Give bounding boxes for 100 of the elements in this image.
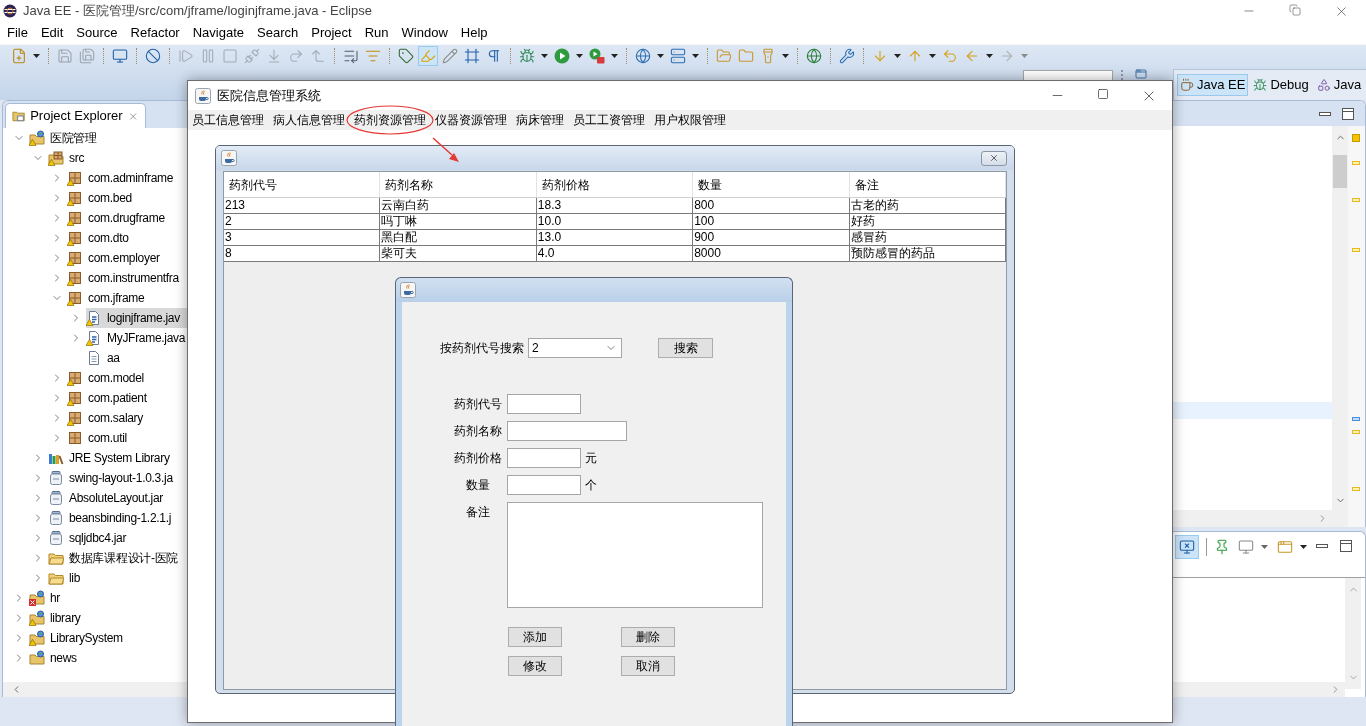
app-window-icon[interactable] — [1135, 68, 1147, 80]
folder-open-icon[interactable] — [716, 48, 732, 64]
perspective-button[interactable]: Java — [1313, 74, 1365, 96]
list-end-icon[interactable] — [343, 48, 359, 64]
server-icon[interactable] — [670, 48, 686, 64]
tag-icon[interactable] — [398, 48, 414, 64]
crossed-circle-icon[interactable] — [145, 48, 161, 64]
tree-item[interactable]: com.bed — [67, 188, 132, 208]
dropdown-caret-icon[interactable] — [1300, 545, 1307, 549]
column-header[interactable]: 药剂代号 — [224, 172, 381, 197]
play-toolbox-icon[interactable] — [589, 48, 605, 64]
ruler-mark-icon[interactable] — [1352, 430, 1360, 434]
dropdown-caret-icon[interactable] — [692, 54, 699, 58]
menu-item[interactable]: Search — [257, 23, 299, 43]
wrench-icon[interactable] — [839, 48, 855, 64]
tree-item[interactable]: com.patient — [67, 388, 147, 408]
perspective-button[interactable]: Debug — [1250, 74, 1312, 96]
pencil-icon[interactable] — [442, 48, 458, 64]
menu-item[interactable]: 病人信息管理 — [273, 113, 345, 127]
menu-item[interactable]: Run — [364, 23, 389, 43]
undo-arrow-icon[interactable] — [942, 48, 958, 64]
list-filter-icon[interactable] — [365, 48, 381, 64]
tree-item[interactable]: com.jframe — [67, 288, 145, 308]
text-field[interactable] — [507, 448, 581, 468]
minimize-icon[interactable] — [1316, 542, 1328, 550]
dialog-button[interactable]: 取消 — [621, 656, 675, 676]
dropdown-caret-icon[interactable] — [576, 54, 583, 58]
stop-icon[interactable] — [222, 48, 238, 64]
tree-item[interactable]: sqljdbc4.jar — [48, 528, 127, 548]
arrow-down-icon[interactable] — [872, 48, 888, 64]
step-forward-icon[interactable] — [178, 48, 194, 64]
maximize-icon[interactable] — [1340, 540, 1352, 552]
tree-item[interactable]: com.drugframe — [67, 208, 165, 228]
monitor-toggle[interactable] — [1175, 535, 1199, 559]
tree-item[interactable]: AbsoluteLayout.jar — [48, 488, 163, 508]
maximize-icon[interactable] — [1342, 107, 1354, 120]
tree-item[interactable]: beansbinding-1.2.1.j — [48, 508, 172, 528]
app-window-icon[interactable] — [1277, 539, 1293, 555]
perspective-button[interactable]: Java EE — [1177, 74, 1249, 96]
text-field[interactable] — [507, 394, 581, 414]
tree-item[interactable]: com.dto — [67, 228, 129, 248]
column-header[interactable]: 药剂名称 — [380, 172, 537, 197]
horizontal-scrollbar[interactable] — [3, 682, 187, 697]
globe-icon[interactable] — [806, 48, 822, 64]
tree-item[interactable]: news — [29, 648, 77, 668]
folder-icon[interactable] — [738, 48, 754, 64]
dropdown-caret-icon[interactable] — [611, 54, 618, 58]
tree-item[interactable]: com.util — [67, 428, 127, 448]
tree-item[interactable]: LibrarySystem — [29, 628, 123, 648]
redo-arrow-icon[interactable] — [288, 48, 304, 64]
horizontal-scrollbar[interactable] — [1173, 682, 1345, 697]
flashlight-icon[interactable] — [760, 48, 776, 64]
dialog-button[interactable]: 删除 — [621, 627, 675, 647]
menu-item[interactable]: File — [7, 23, 28, 43]
tree-item[interactable]: 数据库课程设计-医院 — [48, 548, 178, 568]
column-header[interactable]: 药剂价格 — [536, 172, 694, 197]
restore-icon[interactable] — [1289, 3, 1301, 16]
tree-item[interactable]: aa — [86, 348, 120, 368]
tree-item[interactable]: src — [48, 148, 85, 168]
ruler-mark-icon[interactable] — [1352, 487, 1360, 491]
search-combobox[interactable]: 2 — [528, 338, 622, 358]
ruler-mark-icon[interactable] — [1352, 198, 1360, 202]
menu-item[interactable]: Source — [76, 23, 118, 43]
ruler-mark-icon[interactable] — [1352, 417, 1360, 421]
menu-item[interactable]: 病床管理 — [516, 113, 564, 127]
pause-icon[interactable] — [200, 48, 216, 64]
save-icon[interactable] — [57, 48, 73, 64]
tree-item[interactable]: com.model — [67, 368, 144, 388]
dropdown-caret-icon[interactable] — [541, 54, 548, 58]
dropdown-caret-icon[interactable] — [657, 54, 664, 58]
text-field[interactable] — [507, 475, 581, 495]
dropdown-caret-icon[interactable] — [929, 54, 936, 58]
unplug-icon[interactable] — [244, 48, 260, 64]
maximize-icon[interactable] — [1097, 87, 1109, 100]
monitor-icon[interactable] — [112, 48, 128, 64]
ruler-summary-icon[interactable] — [1352, 134, 1360, 142]
globe-icon[interactable] — [635, 48, 651, 64]
scrollbar-thumb[interactable] — [1333, 155, 1347, 188]
highlighter-toggle[interactable] — [418, 46, 438, 66]
menu-item[interactable]: Window — [401, 23, 448, 43]
tree-item[interactable]: com.salary — [67, 408, 143, 428]
tree-item[interactable]: lib — [48, 568, 81, 588]
tree-item[interactable]: JRE System Library — [48, 448, 170, 468]
dropdown-caret-icon[interactable] — [33, 54, 40, 58]
tree-item[interactable]: swing-layout-1.0.3.ja — [48, 468, 173, 488]
ruler-mark-icon[interactable] — [1352, 248, 1360, 252]
menu-item[interactable]: Navigate — [192, 23, 244, 43]
menu-item[interactable]: Project — [311, 23, 352, 43]
new-file-icon[interactable] — [11, 48, 27, 64]
menu-item[interactable]: 员工信息管理 — [192, 113, 264, 127]
close-button[interactable] — [981, 150, 1007, 166]
column-header[interactable]: 备注 — [849, 172, 1006, 197]
dialog-button[interactable]: 添加 — [508, 627, 562, 647]
quick-access-field[interactable] — [1023, 70, 1113, 80]
arrow-down-to-line-icon[interactable] — [266, 48, 282, 64]
column-header[interactable]: 数量 — [693, 172, 850, 197]
vertical-scrollbar[interactable] — [1332, 126, 1348, 527]
tree-item[interactable]: 医院管理 — [29, 128, 97, 148]
text-area[interactable] — [507, 502, 763, 608]
menu-item[interactable]: 仪器资源管理 — [435, 113, 507, 127]
